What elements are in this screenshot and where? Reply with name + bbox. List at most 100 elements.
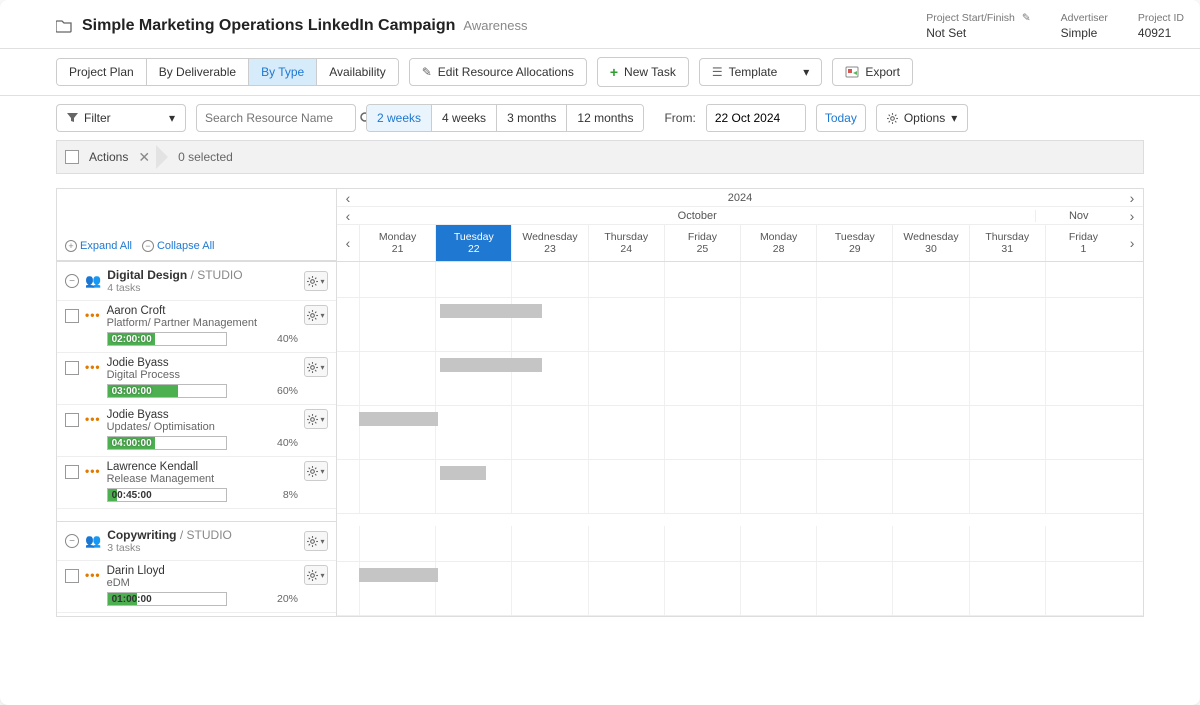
meta-project-id: Project ID 40921 — [1138, 12, 1184, 40]
month-next[interactable]: › — [1121, 209, 1143, 223]
collapse-group-icon[interactable]: − — [65, 534, 79, 548]
day-prev[interactable]: ‹ — [337, 225, 359, 261]
task-menu-icon[interactable]: ••• — [85, 308, 101, 322]
day-cell[interactable]: Tuesday29 — [816, 225, 892, 261]
group-gear-button[interactable] — [304, 271, 328, 291]
task-row: ••• Jodie Byass Updates/ Optimisation 04… — [57, 405, 336, 457]
template-dropdown[interactable]: ☰ Template ▾ — [699, 58, 823, 86]
pencil-icon[interactable]: ✎ — [1022, 12, 1031, 24]
tab-by-type[interactable]: By Type — [249, 59, 317, 85]
task-time: 02:00:00 — [112, 334, 152, 345]
export-button[interactable]: Export — [832, 58, 913, 86]
day-cell[interactable]: Wednesday30 — [892, 225, 968, 261]
day-cell[interactable]: Thursday24 — [588, 225, 664, 261]
filter-dropdown[interactable]: Filter ▾ — [56, 104, 186, 132]
year-prev[interactable]: ‹ — [337, 191, 359, 205]
edit-resource-allocations-button[interactable]: ✎ Edit Resource Allocations — [409, 58, 587, 86]
task-percent: 20% — [277, 593, 298, 605]
close-icon[interactable]: ✕ — [138, 149, 150, 166]
day-cell[interactable]: Tuesday22 — [435, 225, 511, 261]
task-person: Lawrence Kendall — [107, 461, 298, 473]
select-all-checkbox[interactable] — [65, 150, 79, 164]
chevron-down-icon: ▾ — [951, 111, 957, 125]
task-checkbox[interactable] — [65, 413, 79, 427]
task-person: Jodie Byass — [107, 357, 298, 369]
task-checkbox[interactable] — [65, 465, 79, 479]
day-cell[interactable]: Monday21 — [359, 225, 435, 261]
task-progress-bar: 00:45:00 — [107, 488, 227, 502]
people-icon: 👥 — [85, 273, 101, 289]
chevron-down-icon: ▾ — [169, 111, 175, 125]
meta-advertiser: Advertiser Simple — [1061, 12, 1108, 40]
grid-right-pane: ‹ 2024 › ‹ October Nov › ‹ Monday21Tuesd… — [337, 189, 1143, 616]
range-4-weeks[interactable]: 4 weeks — [432, 105, 497, 131]
day-cell[interactable]: Monday28 — [740, 225, 816, 261]
task-progress-bar: 03:00:00 — [107, 384, 227, 398]
project-subtitle: Awareness — [463, 18, 527, 33]
timeline-row — [337, 460, 1143, 514]
year-next[interactable]: › — [1121, 191, 1143, 205]
new-task-button[interactable]: + New Task — [597, 57, 689, 87]
selected-count: 0 selected — [178, 150, 233, 164]
view-tabs: Project Plan By Deliverable By Type Avai… — [56, 58, 399, 86]
search-resource-input[interactable] — [205, 105, 360, 131]
task-progress-bar: 04:00:00 — [107, 436, 227, 450]
day-cell[interactable]: Wednesday23 — [511, 225, 587, 261]
today-button[interactable]: Today — [816, 104, 866, 132]
task-checkbox[interactable] — [65, 309, 79, 323]
actions-label[interactable]: Actions — [89, 150, 128, 164]
task-progress-bar: 01:00:00 — [107, 592, 227, 606]
gear-icon — [887, 113, 898, 124]
task-person: Darin Lloyd — [107, 565, 298, 577]
gantt-bar[interactable] — [359, 568, 438, 582]
gantt-bar[interactable] — [359, 412, 438, 426]
group-gear-button[interactable] — [304, 531, 328, 551]
options-dropdown[interactable]: Options ▾ — [876, 104, 968, 132]
view-toolbar: Project Plan By Deliverable By Type Avai… — [0, 49, 1200, 96]
task-percent: 8% — [283, 489, 298, 501]
task-menu-icon[interactable]: ••• — [85, 412, 101, 426]
timeline-row — [337, 262, 1143, 298]
folder-icon — [56, 19, 72, 33]
day-cell[interactable]: Thursday31 — [969, 225, 1045, 261]
timeline-row — [337, 526, 1143, 562]
task-role: Updates/ Optimisation — [107, 421, 298, 433]
expand-all-link[interactable]: +Expand All — [65, 240, 132, 252]
group-task-count: 3 tasks — [107, 542, 298, 554]
day-next[interactable]: › — [1121, 225, 1143, 261]
group-title: Digital Design / STUDIO — [107, 268, 242, 282]
task-percent: 40% — [277, 437, 298, 449]
tab-by-deliverable[interactable]: By Deliverable — [147, 59, 249, 85]
task-menu-icon[interactable]: ••• — [85, 568, 101, 582]
range-12-months[interactable]: 12 months — [567, 105, 643, 131]
gantt-bar[interactable] — [440, 304, 543, 318]
plus-icon: + — [610, 64, 618, 80]
task-gear-button[interactable] — [304, 461, 328, 481]
day-cell[interactable]: Friday1 — [1045, 225, 1121, 261]
tab-project-plan[interactable]: Project Plan — [57, 59, 147, 85]
day-cell[interactable]: Friday25 — [664, 225, 740, 261]
task-gear-button[interactable] — [304, 565, 328, 585]
task-menu-icon[interactable]: ••• — [85, 360, 101, 374]
task-checkbox[interactable] — [65, 569, 79, 583]
task-gear-button[interactable] — [304, 409, 328, 429]
task-checkbox[interactable] — [65, 361, 79, 375]
month-label-1: October — [359, 210, 1036, 222]
filter-icon — [67, 113, 78, 123]
collapse-group-icon[interactable]: − — [65, 274, 79, 288]
month-prev[interactable]: ‹ — [337, 209, 359, 223]
tab-availability[interactable]: Availability — [317, 59, 397, 85]
project-header: Simple Marketing Operations LinkedIn Cam… — [0, 0, 1200, 49]
gantt-bar[interactable] — [440, 358, 543, 372]
gantt-bar[interactable] — [440, 466, 486, 480]
task-role: Release Management — [107, 473, 298, 485]
task-gear-button[interactable] — [304, 357, 328, 377]
task-menu-icon[interactable]: ••• — [85, 464, 101, 478]
range-3-months[interactable]: 3 months — [497, 105, 567, 131]
range-2-weeks[interactable]: 2 weeks — [367, 105, 432, 131]
from-date-input[interactable] — [706, 104, 806, 132]
collapse-all-link[interactable]: −Collapse All — [142, 240, 214, 252]
task-time: 01:00:00 — [112, 594, 152, 605]
task-gear-button[interactable] — [304, 305, 328, 325]
group-header: − 👥 Digital Design / STUDIO 4 tasks — [57, 261, 336, 301]
